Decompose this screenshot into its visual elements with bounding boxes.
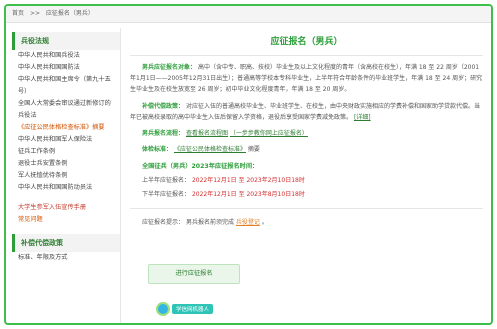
hint-end: 。 — [261, 219, 268, 226]
sidebar-item[interactable]: 标准、年限及方式 — [12, 252, 120, 264]
breadcrumb: 首页 >> 应征报名（男兵） — [6, 6, 491, 23]
apply-button[interactable]: 进行应征报名 — [148, 264, 240, 284]
hint-label: 应征报名提示： — [142, 219, 185, 226]
hint-row: 应征报名提示： 男兵报名前须完成 兵役登记 。 — [130, 217, 483, 226]
target-paragraph: 男兵应征报名对象： 高中（含中专、职高、技校）毕业生及以上文化程度的青年（含高校… — [130, 62, 483, 95]
exam-label: 体检标准： — [142, 146, 173, 153]
sidebar-item-faq[interactable]: 常见问题 — [12, 214, 120, 226]
flow-chart-link[interactable]: 查看报名流程图 — [186, 130, 228, 137]
second-half-time: 2022年12月1日 至 2023年8月10日18时 — [191, 191, 305, 198]
flow-row: 男兵报名流程： 查看报名流程图 （一步步教你网上应征报名） — [130, 128, 483, 139]
sidebar-item-handbook[interactable]: 大学生参军入伍宣传手册 — [12, 202, 120, 214]
sidebar-item[interactable]: 中华人民共和国兵役法 — [12, 50, 120, 62]
compensation-label: 补偿代偿政策： — [142, 103, 185, 110]
breadcrumb-home[interactable]: 首页 — [12, 10, 24, 17]
compensation-paragraph: 补偿代偿政策： 对应征入伍的普通高校毕业生、毕业班学生、在校生，由中央财政实施相… — [130, 101, 483, 123]
second-half-label: 下半年应征报名： — [142, 191, 191, 198]
sidebar-item[interactable]: 退役士兵安置条例 — [12, 158, 120, 170]
sidebar-item[interactable]: 全国人大常委会审议通过新修订的兵役法 — [12, 98, 120, 122]
military-registration-link[interactable]: 兵役登记 — [236, 219, 260, 226]
exam-suffix: 摘要 — [247, 146, 260, 153]
first-half-row: 上半年应征报名： 2022年12月1日 至 2023年2月10日18时 — [130, 175, 483, 184]
first-half-label: 上半年应征报名： — [142, 177, 191, 184]
compensation-detail-link[interactable]: [详细] — [354, 114, 371, 121]
sidebar-section-laws: 兵役法规 — [12, 32, 120, 50]
chatbot-label: 学信网机器人 — [172, 304, 214, 314]
period-title: 全国征兵（男兵）2023年应征报名时间： — [142, 163, 259, 170]
target-label: 男兵应征报名对象： — [142, 64, 197, 71]
robot-icon — [156, 302, 170, 316]
flow-label: 男兵报名流程： — [142, 130, 185, 137]
page-title: 应征报名（男兵） — [130, 34, 483, 56]
sidebar-item[interactable]: 军人抚恤优待条例 — [12, 170, 120, 182]
sidebar: 兵役法规 中华人民共和国兵役法 中华人民共和国国防法 中华人民共和国主席令（第九十五… — [12, 28, 121, 323]
sidebar-item[interactable]: 中华人民共和国国防法 — [12, 62, 120, 74]
second-half-row: 下半年应征报名： 2022年12月1日 至 2023年8月10日18时 — [130, 189, 483, 198]
flow-tutorial-link[interactable]: （一步步教你网上应征报名） — [230, 130, 308, 137]
exam-standard-link[interactable]: 《应征公民体格检查标准》 — [174, 146, 246, 153]
first-half-time: 2022年12月1日 至 2023年2月10日18时 — [191, 177, 305, 184]
sidebar-item[interactable]: 中华人民共和国军人保险法 — [12, 134, 120, 146]
breadcrumb-separator: >> — [29, 10, 40, 17]
sidebar-item[interactable]: 《应征公民体格检查标准》摘要 — [12, 122, 120, 134]
divider — [130, 208, 483, 209]
sidebar-item[interactable]: 中华人民共和国主席令（第九十五号） — [12, 74, 120, 98]
sidebar-item[interactable]: 中华人民共和国国防动员法 — [12, 182, 120, 194]
sidebar-section-compensation: 补偿代偿政策 — [12, 234, 120, 252]
breadcrumb-current: 应征报名（男兵） — [45, 10, 94, 17]
exam-row: 体检标准： 《应征公民体格检查标准》 摘要 — [130, 144, 483, 155]
page-frame: 首页 >> 应征报名（男兵） 兵役法规 中华人民共和国兵役法 中华人民共和国国防法… — [4, 4, 493, 325]
sidebar-item[interactable]: 征兵工作条例 — [12, 146, 120, 158]
chatbot-badge[interactable]: 学信网机器人 — [156, 302, 214, 316]
hint-text: 男兵报名前须完成 — [185, 219, 234, 226]
